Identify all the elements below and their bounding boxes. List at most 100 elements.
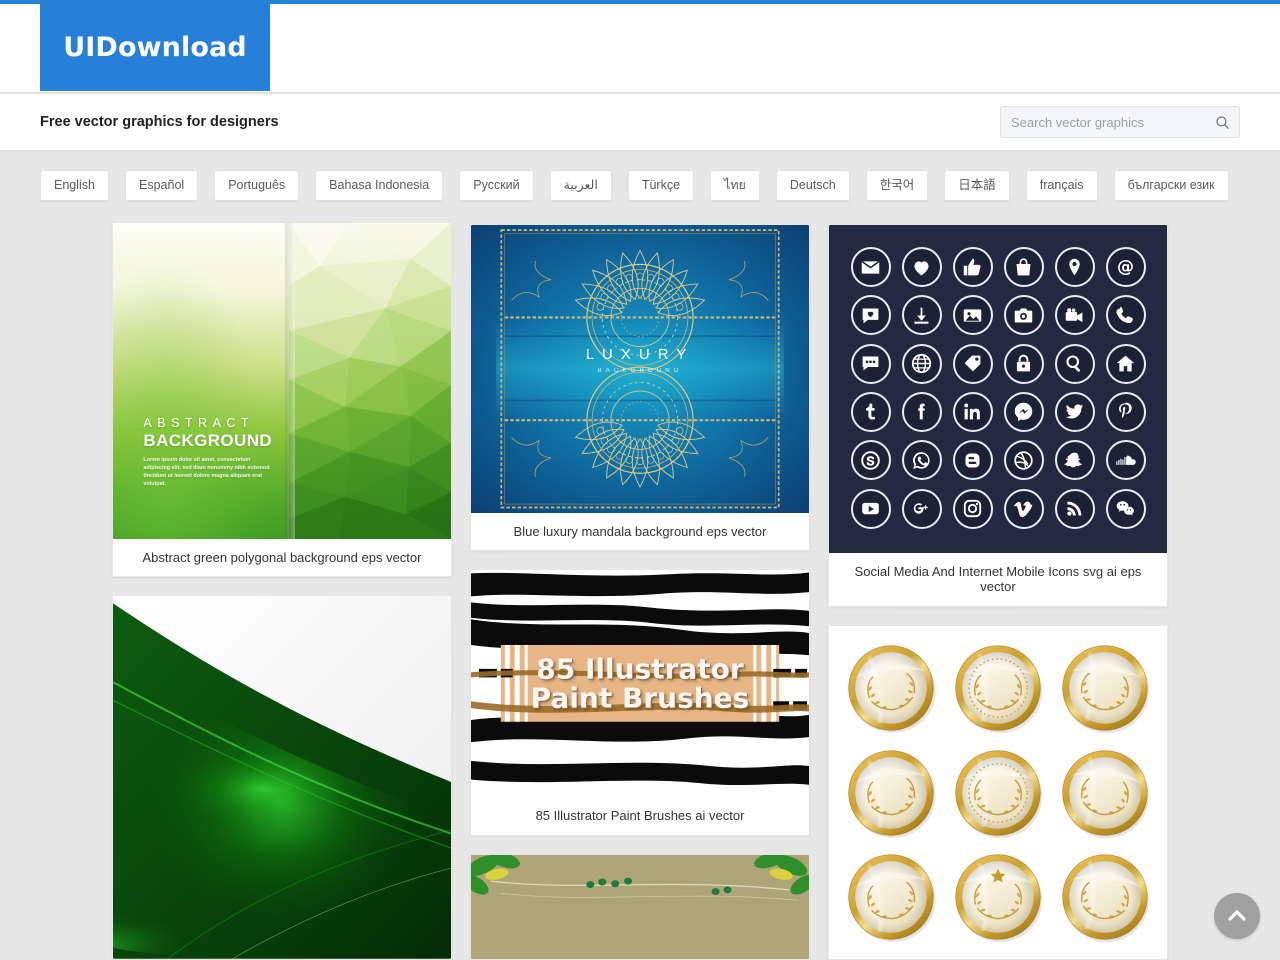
at-sign-icon: @ [1105,247,1146,287]
whatsapp-icon [901,440,942,481]
linkedin-icon [952,391,993,432]
pinterest-icon [1105,391,1146,432]
chevron-up-icon [1228,909,1246,921]
site-logo[interactable]: UIDownload [40,3,270,91]
language-bar: English Español Português Bahasa Indonesia Р… [0,152,1280,218]
social-icon-grid: @ [847,247,1149,531]
language-button-deutsch[interactable]: Deutsch [775,169,850,201]
skype-icon [850,440,891,481]
camera-icon [1003,295,1044,336]
twitter-icon [1054,391,1095,432]
card-abstract-green-polygonal[interactable]: ABSTRACT BACKGROUND Lorem ipsum dolor si… [112,222,452,578]
grid-column-3: @ Social Media And Internet Mobile Icons… [828,224,1168,960]
search-input[interactable] [1001,107,1205,137]
brush-title-1: 85 Illustrator [536,652,744,686]
mandala-title-2: BACKGROUND [597,368,683,375]
gold-medal-3 [1058,641,1152,735]
thumbnail-illustrator-paint-brushes[interactable]: 85 Illustrator Paint Brushes [471,570,809,797]
leaves-art [471,854,809,959]
thumbnail-blue-luxury-mandala[interactable]: LUXURY BACKGROUND [471,225,809,513]
gold-medal-5 [951,746,1045,840]
rss-icon [1054,488,1095,529]
language-button-türkçe[interactable]: Türkçe [627,169,695,201]
vimeo-icon [1003,488,1044,529]
snapchat-icon [1054,440,1095,481]
photo-icon [952,295,993,336]
gold-medal-8 [951,850,1045,944]
shopping-bag-icon [1003,247,1044,287]
card-leaves-partial[interactable] [470,853,810,960]
poly-body-text: Lorem ipsum dolor sit amet, consectetuer… [143,456,270,488]
globe-icon [901,343,942,384]
mandala-caption-block: LUXURY BACKGROUND [471,346,809,374]
poly-right-panel [288,223,451,539]
language-button-ไทย[interactable]: ไทย [710,169,760,201]
medal-grid [841,640,1155,945]
messenger-icon [1003,391,1044,432]
results-grid: ABSTRACT BACKGROUND Lorem ipsum dolor si… [0,222,1280,960]
chat-bubble-icon [850,343,891,384]
language-button-български-език[interactable]: български език [1113,169,1229,201]
phone-icon [1105,295,1146,336]
google-plus-icon [901,488,942,529]
language-button-русский[interactable]: Русский [459,169,534,201]
search-icon [1054,343,1095,384]
heart-icon [901,247,942,287]
instagram-icon [952,488,993,529]
brush-title-2: Paint Brushes [530,681,750,715]
language-button-español[interactable]: Español [125,169,199,201]
gold-medal-1 [844,641,938,735]
site-subheader: Free vector graphics for designers [0,94,1280,151]
grid-column-1: ABSTRACT BACKGROUND Lorem ipsum dolor si… [112,222,452,960]
tag-icon [952,343,993,384]
poly-title-1: ABSTRACT [143,415,255,430]
site-header: UIDownload [0,0,1280,93]
mandala-title-1: LUXURY [585,346,695,364]
gold-medal-6 [1058,746,1152,840]
polygon-pattern [288,223,451,539]
location-pin-icon [1054,247,1095,287]
search-button[interactable] [1205,107,1239,137]
language-button-français[interactable]: français [1025,169,1098,201]
thumbnail-social-media-icons[interactable]: @ [829,225,1167,553]
thumbnail-gold-medals[interactable] [829,626,1167,959]
card-caption: Social Media And Internet Mobile Icons s… [829,552,1167,607]
download-icon [901,295,942,336]
chat-heart-icon [850,295,891,336]
language-button-português[interactable]: Português [214,169,300,201]
thumbnail-leaves[interactable] [471,854,809,959]
lock-icon [1003,343,1044,384]
grid-column-2: LUXURY BACKGROUND Blue luxury mandala ba… [470,224,810,960]
blogger-icon [952,440,993,481]
language-button-한국어[interactable]: 한국어 [865,169,929,201]
poly-caption-block: ABSTRACT BACKGROUND Lorem ipsum dolor si… [143,416,273,488]
search-icon [1215,115,1229,129]
card-illustrator-paint-brushes[interactable]: 85 Illustrator Paint Brushes 85 Illustra… [470,569,810,836]
video-camera-icon [1054,295,1095,336]
card-blue-luxury-mandala[interactable]: LUXURY BACKGROUND Blue luxury mandala ba… [470,224,810,552]
language-button-english[interactable]: English [40,169,109,201]
gold-medal-2 [951,641,1045,735]
top-accent-bar [0,0,1280,4]
site-logo-text: UIDownload [63,31,247,63]
card-social-media-icons[interactable]: @ Social Media And Internet Mobile Icons… [828,224,1168,608]
thumbnail-abstract-green-polygonal[interactable]: ABSTRACT BACKGROUND Lorem ipsum dolor si… [113,223,451,539]
wechat-icon [1105,488,1146,529]
language-button-日本語[interactable]: 日本語 [944,169,1010,201]
facebook-icon [901,391,942,432]
card-green-wave[interactable] [112,595,452,960]
search-form[interactable] [1000,106,1240,138]
youtube-icon [850,488,891,529]
poly-seam [285,223,296,539]
poly-left-panel [113,223,289,539]
site-tagline: Free vector graphics for designers [40,114,279,130]
language-button-bahasa-indonesia[interactable]: Bahasa Indonesia [315,169,444,201]
wave-art [113,603,451,959]
gold-medal-7 [844,850,938,944]
card-gold-medals[interactable] [828,625,1168,960]
scroll-to-top-button[interactable] [1214,893,1260,939]
language-button-العربية[interactable]: العربية [549,169,612,201]
card-caption: 85 Illustrator Paint Brushes ai vector [471,796,809,835]
tumblr-icon [850,391,891,432]
thumbnail-green-wave[interactable] [113,596,451,959]
